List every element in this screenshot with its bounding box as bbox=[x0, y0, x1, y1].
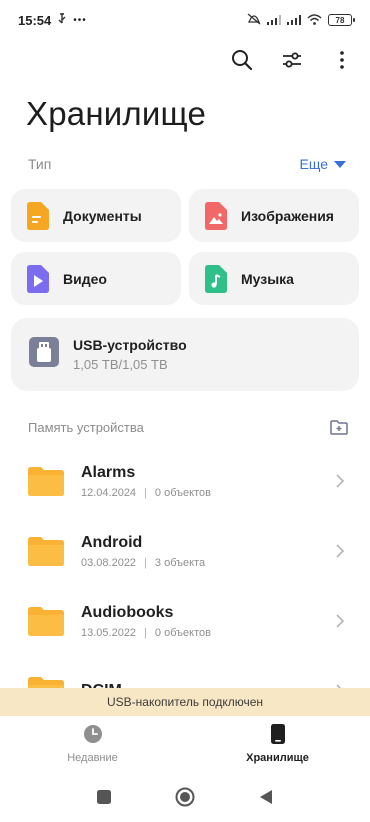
status-right: 78 bbox=[247, 13, 355, 28]
back-triangle-icon[interactable] bbox=[259, 789, 273, 810]
folder-date: 12.04.2024 bbox=[81, 486, 137, 499]
folder-row-alarms[interactable]: Alarms 12.04.2024 | 0 объектов bbox=[0, 446, 370, 516]
image-icon bbox=[205, 201, 227, 230]
wifi-icon bbox=[307, 13, 322, 28]
tab-recent-label: Недавние bbox=[67, 752, 118, 764]
category-label: Видео bbox=[63, 270, 107, 287]
filter-settings-icon[interactable] bbox=[278, 46, 306, 74]
category-documents[interactable]: Документы bbox=[11, 189, 181, 242]
folder-name: Android bbox=[81, 533, 143, 551]
meta-separator: | bbox=[144, 486, 147, 499]
usb-device-name: USB-устройство bbox=[73, 337, 187, 353]
chevron-right-icon bbox=[336, 544, 345, 558]
type-label: Тип bbox=[28, 156, 52, 172]
folder-texts: Audiobooks 13.05.2022 | 0 объектов bbox=[81, 604, 211, 639]
folder-name: Audiobooks bbox=[81, 603, 174, 621]
folder-count: 0 объектов bbox=[154, 626, 211, 639]
usb-texts: USB-устройство 1,05 ТВ/1,05 ТВ bbox=[73, 337, 187, 372]
music-icon bbox=[205, 264, 227, 293]
category-label: Изображения bbox=[241, 207, 334, 224]
new-folder-icon[interactable] bbox=[328, 418, 350, 436]
tab-storage-label: Хранилище bbox=[246, 752, 309, 764]
more-label: Еще bbox=[299, 156, 329, 172]
category-images[interactable]: Изображения bbox=[189, 189, 359, 242]
tab-recent[interactable]: Недавние bbox=[0, 716, 185, 772]
memory-section-header: Память устройства bbox=[28, 418, 350, 436]
caret-down-icon bbox=[334, 160, 346, 168]
mute-icon bbox=[247, 13, 261, 28]
battery-icon: 78 bbox=[328, 14, 355, 26]
memory-label: Память устройства bbox=[28, 419, 144, 435]
chevron-right-icon bbox=[336, 474, 345, 488]
usb-device-card[interactable]: USB-устройство 1,05 ТВ/1,05 ТВ bbox=[11, 318, 359, 391]
folder-icon bbox=[28, 466, 64, 496]
status-time: 15:54 bbox=[18, 12, 52, 28]
clock-icon bbox=[83, 724, 103, 747]
usb-connected-banner: USB-накопитель подключен bbox=[0, 688, 370, 716]
search-icon[interactable] bbox=[228, 46, 256, 74]
folder-meta: 03.08.2022 | 3 объекта bbox=[81, 557, 205, 569]
document-icon bbox=[27, 201, 49, 230]
folder-date: 13.05.2022 bbox=[81, 626, 137, 639]
folder-texts: Android 03.08.2022 | 3 объекта bbox=[81, 534, 205, 569]
status-bar: 15:54 ••• 78 bbox=[0, 0, 370, 40]
more-options-icon[interactable] bbox=[328, 46, 356, 74]
bottom-nav: Недавние Хранилище bbox=[0, 716, 370, 772]
home-circle-icon[interactable] bbox=[175, 787, 195, 812]
recent-apps-square-icon[interactable] bbox=[97, 789, 111, 809]
folder-meta: 13.05.2022 | 0 объектов bbox=[81, 627, 211, 639]
category-video[interactable]: Видео bbox=[11, 252, 181, 305]
tab-storage[interactable]: Хранилище bbox=[185, 716, 370, 772]
usb-device-size: 1,05 ТВ/1,05 ТВ bbox=[73, 357, 168, 372]
category-label: Музыка bbox=[241, 270, 294, 287]
phone-storage-icon bbox=[270, 724, 285, 747]
folder-count: 0 объектов bbox=[154, 486, 211, 499]
folder-icon bbox=[28, 606, 64, 636]
more-dropdown[interactable]: Еще bbox=[299, 156, 346, 172]
video-icon bbox=[27, 264, 49, 293]
more-notifications-icon: ••• bbox=[73, 14, 87, 26]
page-title: Хранилище bbox=[26, 95, 206, 132]
folder-row-android[interactable]: Android 03.08.2022 | 3 объекта bbox=[0, 516, 370, 586]
type-section-header: Тип Еще bbox=[28, 155, 346, 173]
chevron-right-icon bbox=[336, 614, 345, 628]
meta-separator: | bbox=[144, 556, 147, 569]
category-label: Документы bbox=[63, 207, 142, 224]
usb-status-icon bbox=[57, 12, 67, 28]
status-left: 15:54 ••• bbox=[18, 12, 87, 28]
usb-drive-icon bbox=[29, 337, 59, 372]
category-music[interactable]: Музыка bbox=[189, 252, 359, 305]
folder-texts: Alarms 12.04.2024 | 0 объектов bbox=[81, 464, 211, 499]
folder-date: 03.08.2022 bbox=[81, 556, 137, 569]
toolbar bbox=[228, 44, 356, 76]
folder-row-audiobooks[interactable]: Audiobooks 13.05.2022 | 0 объектов bbox=[0, 586, 370, 656]
folder-icon bbox=[28, 536, 64, 566]
folder-meta: 12.04.2024 | 0 объектов bbox=[81, 487, 211, 499]
signal-icon-1 bbox=[267, 13, 281, 28]
signal-icon-2 bbox=[287, 13, 301, 28]
folder-count: 3 объекта bbox=[154, 556, 206, 569]
system-nav-bar bbox=[0, 776, 370, 822]
meta-separator: | bbox=[144, 626, 147, 639]
folder-name: Alarms bbox=[81, 463, 136, 481]
